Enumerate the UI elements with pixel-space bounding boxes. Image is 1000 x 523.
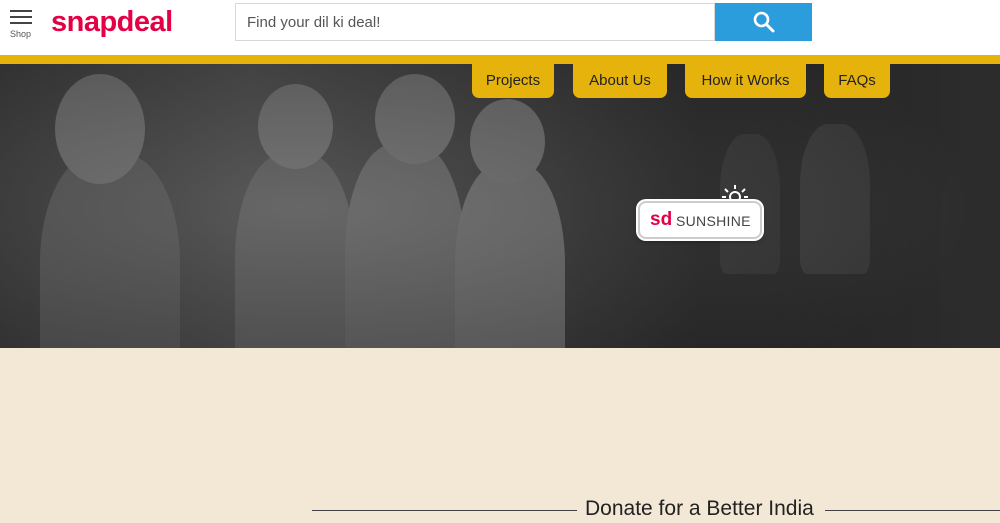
sunshine-label: SUNSHINE <box>676 213 751 229</box>
search-box <box>235 3 715 41</box>
hamburger-icon-bar <box>10 22 32 24</box>
tab-how-it-works[interactable]: How it Works <box>685 64 806 98</box>
torn-paper-edge <box>0 406 1000 438</box>
heading-rule-right <box>825 510 1000 511</box>
hamburger-icon-bar <box>10 16 32 18</box>
tab-about-us[interactable]: About Us <box>573 64 667 98</box>
tab-projects[interactable]: Projects <box>472 64 554 98</box>
header-divider <box>0 55 1000 64</box>
section-heading: Donate for a Better India <box>585 497 814 520</box>
search-input[interactable] <box>236 4 714 40</box>
site-header: Shop snapdeal <box>0 0 1000 56</box>
search-icon <box>753 11 775 33</box>
snapdeal-logo[interactable]: snapdeal <box>51 6 173 39</box>
heading-rule-left <box>312 510 577 511</box>
sunshine-badge[interactable]: sd SUNSHINE <box>638 201 762 239</box>
hamburger-menu-button[interactable]: Shop <box>10 10 34 40</box>
menu-label: Shop <box>10 29 32 39</box>
tab-faqs[interactable]: FAQs <box>824 64 890 98</box>
sd-logo: sd <box>650 209 673 230</box>
hamburger-icon <box>10 10 32 12</box>
search-button[interactable] <box>715 3 812 41</box>
